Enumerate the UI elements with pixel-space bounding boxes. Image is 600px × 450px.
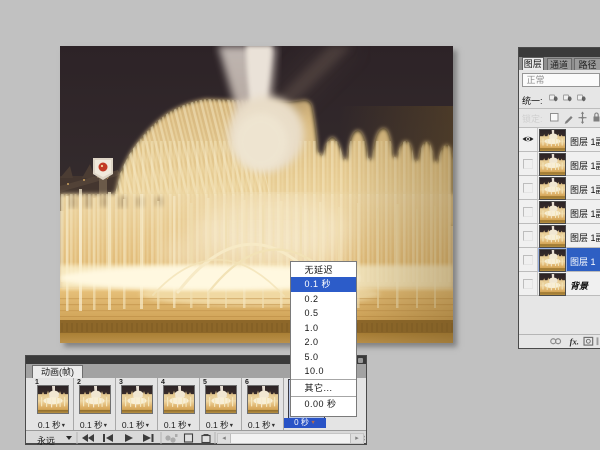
- svg-text:fx.: fx.: [570, 337, 579, 347]
